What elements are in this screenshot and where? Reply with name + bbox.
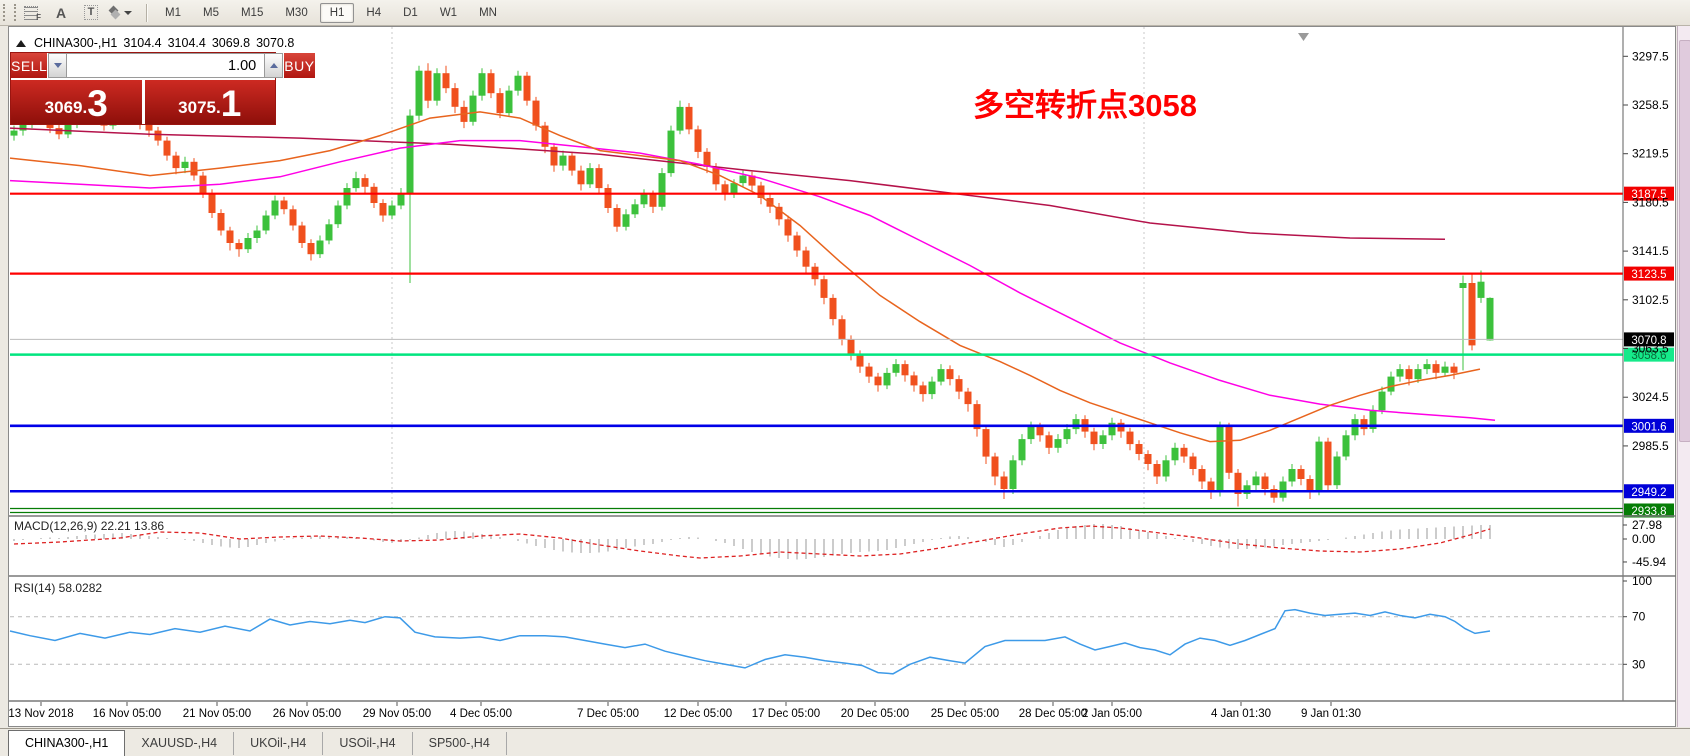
timeframe-d1[interactable]: D1: [393, 3, 428, 23]
sell-price-int: 3069: [45, 98, 83, 121]
grid-f-letter: F: [36, 13, 41, 22]
volume-increase-button[interactable]: [264, 53, 283, 78]
buy-label: BUY: [284, 58, 314, 74]
text-t-icon: T: [84, 5, 99, 20]
mt4-application: F A T M1M5M15M30H1H4D1W1MN 3187.53123.53…: [0, 0, 1690, 756]
timeframe-mn[interactable]: MN: [469, 3, 507, 23]
scrollbar-thumb[interactable]: [1679, 40, 1690, 442]
text-label-button[interactable]: A: [48, 2, 74, 23]
indicator-grid-button[interactable]: F: [18, 2, 44, 23]
buy-button[interactable]: BUY: [284, 53, 314, 78]
sell-price[interactable]: 3069.3: [11, 80, 142, 124]
bar-close: 3070.8: [256, 36, 294, 50]
bar-low: 3069.8: [212, 36, 250, 50]
volume-input[interactable]: [67, 53, 264, 78]
tab-china300-h1[interactable]: CHINA300-,H1: [8, 730, 125, 756]
chart-title: CHINA300-,H1 3104.4 3104.4 3069.8 3070.8: [16, 36, 294, 50]
chart-annotation: 多空转折点3058: [973, 80, 1197, 125]
tab-sp500-h4[interactable]: SP500-,H4: [413, 732, 507, 755]
timeframe-buttons: M1M5M15M30H1H4D1W1MN: [154, 0, 508, 25]
volume-decrease-button[interactable]: [48, 53, 67, 78]
buy-price-int: 3075: [178, 98, 216, 121]
timeframe-h4[interactable]: H4: [356, 3, 391, 23]
chart-area[interactable]: [8, 26, 1676, 727]
symbol-name: CHINA300-,H1: [34, 36, 117, 50]
timeframe-m15[interactable]: M15: [231, 3, 273, 23]
arrow-up-icon: [270, 63, 278, 68]
chart-tabs: CHINA300-,H1XAUUSD-,H4UKOil-,H4USOil-,H4…: [0, 728, 1690, 756]
arrow-down-icon: [54, 63, 62, 68]
bar-high: 3104.4: [168, 36, 206, 50]
toolbar: F A T M1M5M15M30H1H4D1W1MN: [0, 0, 1690, 26]
volume-stepper: [47, 53, 284, 78]
shapes-dropdown-button[interactable]: [108, 2, 134, 23]
buy-price-dec: 1: [221, 87, 242, 121]
vertical-scrollbar[interactable]: [1677, 26, 1690, 727]
text-box-button[interactable]: T: [78, 2, 104, 23]
toolbar-grip[interactable]: [3, 4, 16, 21]
tab-xauusd-h4[interactable]: XAUUSD-,H4: [125, 732, 234, 755]
one-click-trading-panel: SELL BUY 3069.3 3075.1: [10, 52, 276, 125]
bar-open: 3104.4: [123, 36, 161, 50]
chevron-down-icon: [124, 11, 132, 15]
timeframe-w1[interactable]: W1: [430, 3, 467, 23]
sell-price-dec: 3: [87, 87, 108, 121]
buy-price[interactable]: 3075.1: [145, 80, 276, 124]
toolbar-separator: [146, 4, 148, 22]
tab-ukoil-h4[interactable]: UKOil-,H4: [234, 732, 323, 755]
tab-usoil-h4[interactable]: USOil-,H4: [323, 732, 412, 755]
text-a-icon: A: [56, 5, 66, 21]
collapse-triangle-icon[interactable]: [16, 40, 26, 47]
timeframe-m30[interactable]: M30: [275, 3, 317, 23]
timeframe-m1[interactable]: M1: [155, 3, 191, 23]
sell-button[interactable]: SELL: [11, 53, 47, 78]
timeframe-h1[interactable]: H1: [320, 3, 355, 23]
timeframe-m5[interactable]: M5: [193, 3, 229, 23]
diamond-icon: [111, 10, 121, 20]
sell-label: SELL: [11, 58, 47, 74]
